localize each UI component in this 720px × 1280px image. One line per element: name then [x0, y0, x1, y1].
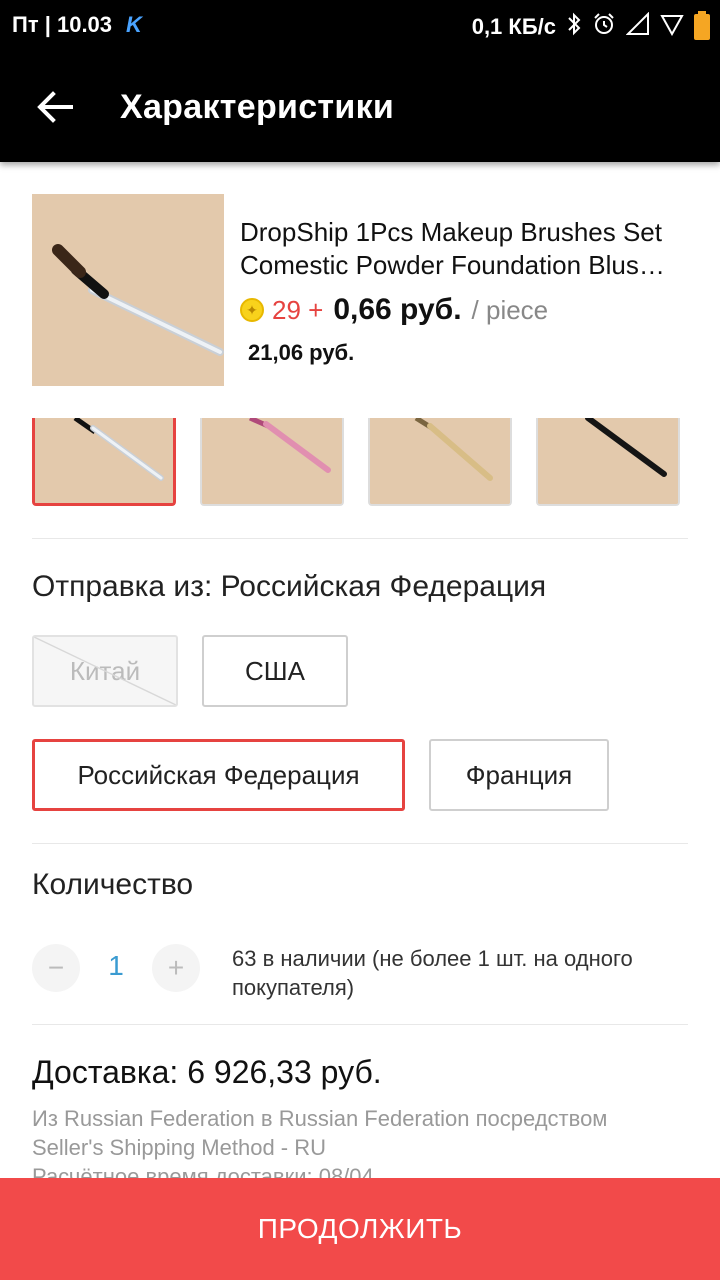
variant-thumb-pink[interactable] [200, 418, 344, 506]
divider [32, 538, 688, 539]
k-app-icon: K [126, 12, 142, 37]
divider [32, 843, 688, 844]
app-bar: Характеристики [0, 52, 720, 162]
minus-icon: − [47, 952, 65, 983]
network-speed: 0,1 КБ/с [471, 14, 556, 39]
alarm-icon [592, 12, 616, 42]
ship-option-usa[interactable]: США [202, 635, 348, 707]
price-unit: / piece [471, 294, 549, 325]
product-title-line-1: DropShip 1Pcs Makeup Brushes Set [240, 217, 662, 247]
variant-thumbnails [32, 418, 688, 506]
product-image[interactable] [32, 194, 224, 386]
variant-thumb-white[interactable] [32, 418, 176, 506]
price-row: ✦ 29 + 0,66 руб. / piece [240, 292, 548, 328]
ship-option-france[interactable]: Франция [429, 739, 609, 811]
stock-info: 63 в наличии (не более 1 шт. на одного п… [232, 946, 633, 1000]
quantity-decrease-button[interactable]: − [32, 944, 80, 992]
status-bar: Пт | 10.03 K 0,1 КБ/с [0, 0, 720, 52]
page-title: Характеристики [120, 88, 395, 126]
delivery-description: Из Russian Federation в Russian Federati… [32, 1106, 608, 1160]
ship-option-russia[interactable]: Российская Федерация [32, 739, 405, 811]
price: 0,66 руб. [333, 293, 462, 326]
bluetooth-icon [566, 12, 582, 42]
signal-icon [625, 11, 650, 42]
ship-option-china[interactable]: Китай [32, 635, 178, 707]
quantity-label: Количество [32, 868, 194, 901]
continue-button[interactable]: ПРОДОЛЖИТЬ [0, 1178, 720, 1280]
unavailable-slash-icon [34, 637, 176, 705]
product-title-line-2: Comestic Powder Foundation Blus… [240, 250, 665, 280]
ship-option-label: Франция [465, 759, 573, 790]
old-price: 21,06 руб. [248, 340, 355, 365]
product-title: DropShip 1Pcs Makeup Brushes Set Comesti… [240, 216, 692, 282]
ship-option-label: США [245, 655, 305, 686]
battery-icon [694, 11, 710, 40]
coin-icon: ✦ [240, 298, 264, 322]
divider [32, 1024, 688, 1025]
arrow-back-icon [37, 91, 73, 123]
quantity-increase-button[interactable]: + [152, 944, 200, 992]
plus-icon: + [167, 952, 185, 983]
quantity-value[interactable]: 1 [100, 950, 132, 982]
wifi-icon [660, 12, 684, 42]
ship-option-label: Российская Федерация [77, 759, 360, 790]
variant-thumb-gold[interactable] [368, 418, 512, 506]
coins-amount: 29 + [272, 294, 324, 325]
status-time: Пт | 10.03 [12, 12, 113, 37]
ship-from-label: Отправка из: Российская Федерация [32, 570, 547, 603]
delivery-title: Доставка: 6 926,33 руб. [32, 1054, 382, 1090]
variant-thumb-black[interactable] [536, 418, 680, 506]
back-button[interactable] [30, 82, 80, 132]
